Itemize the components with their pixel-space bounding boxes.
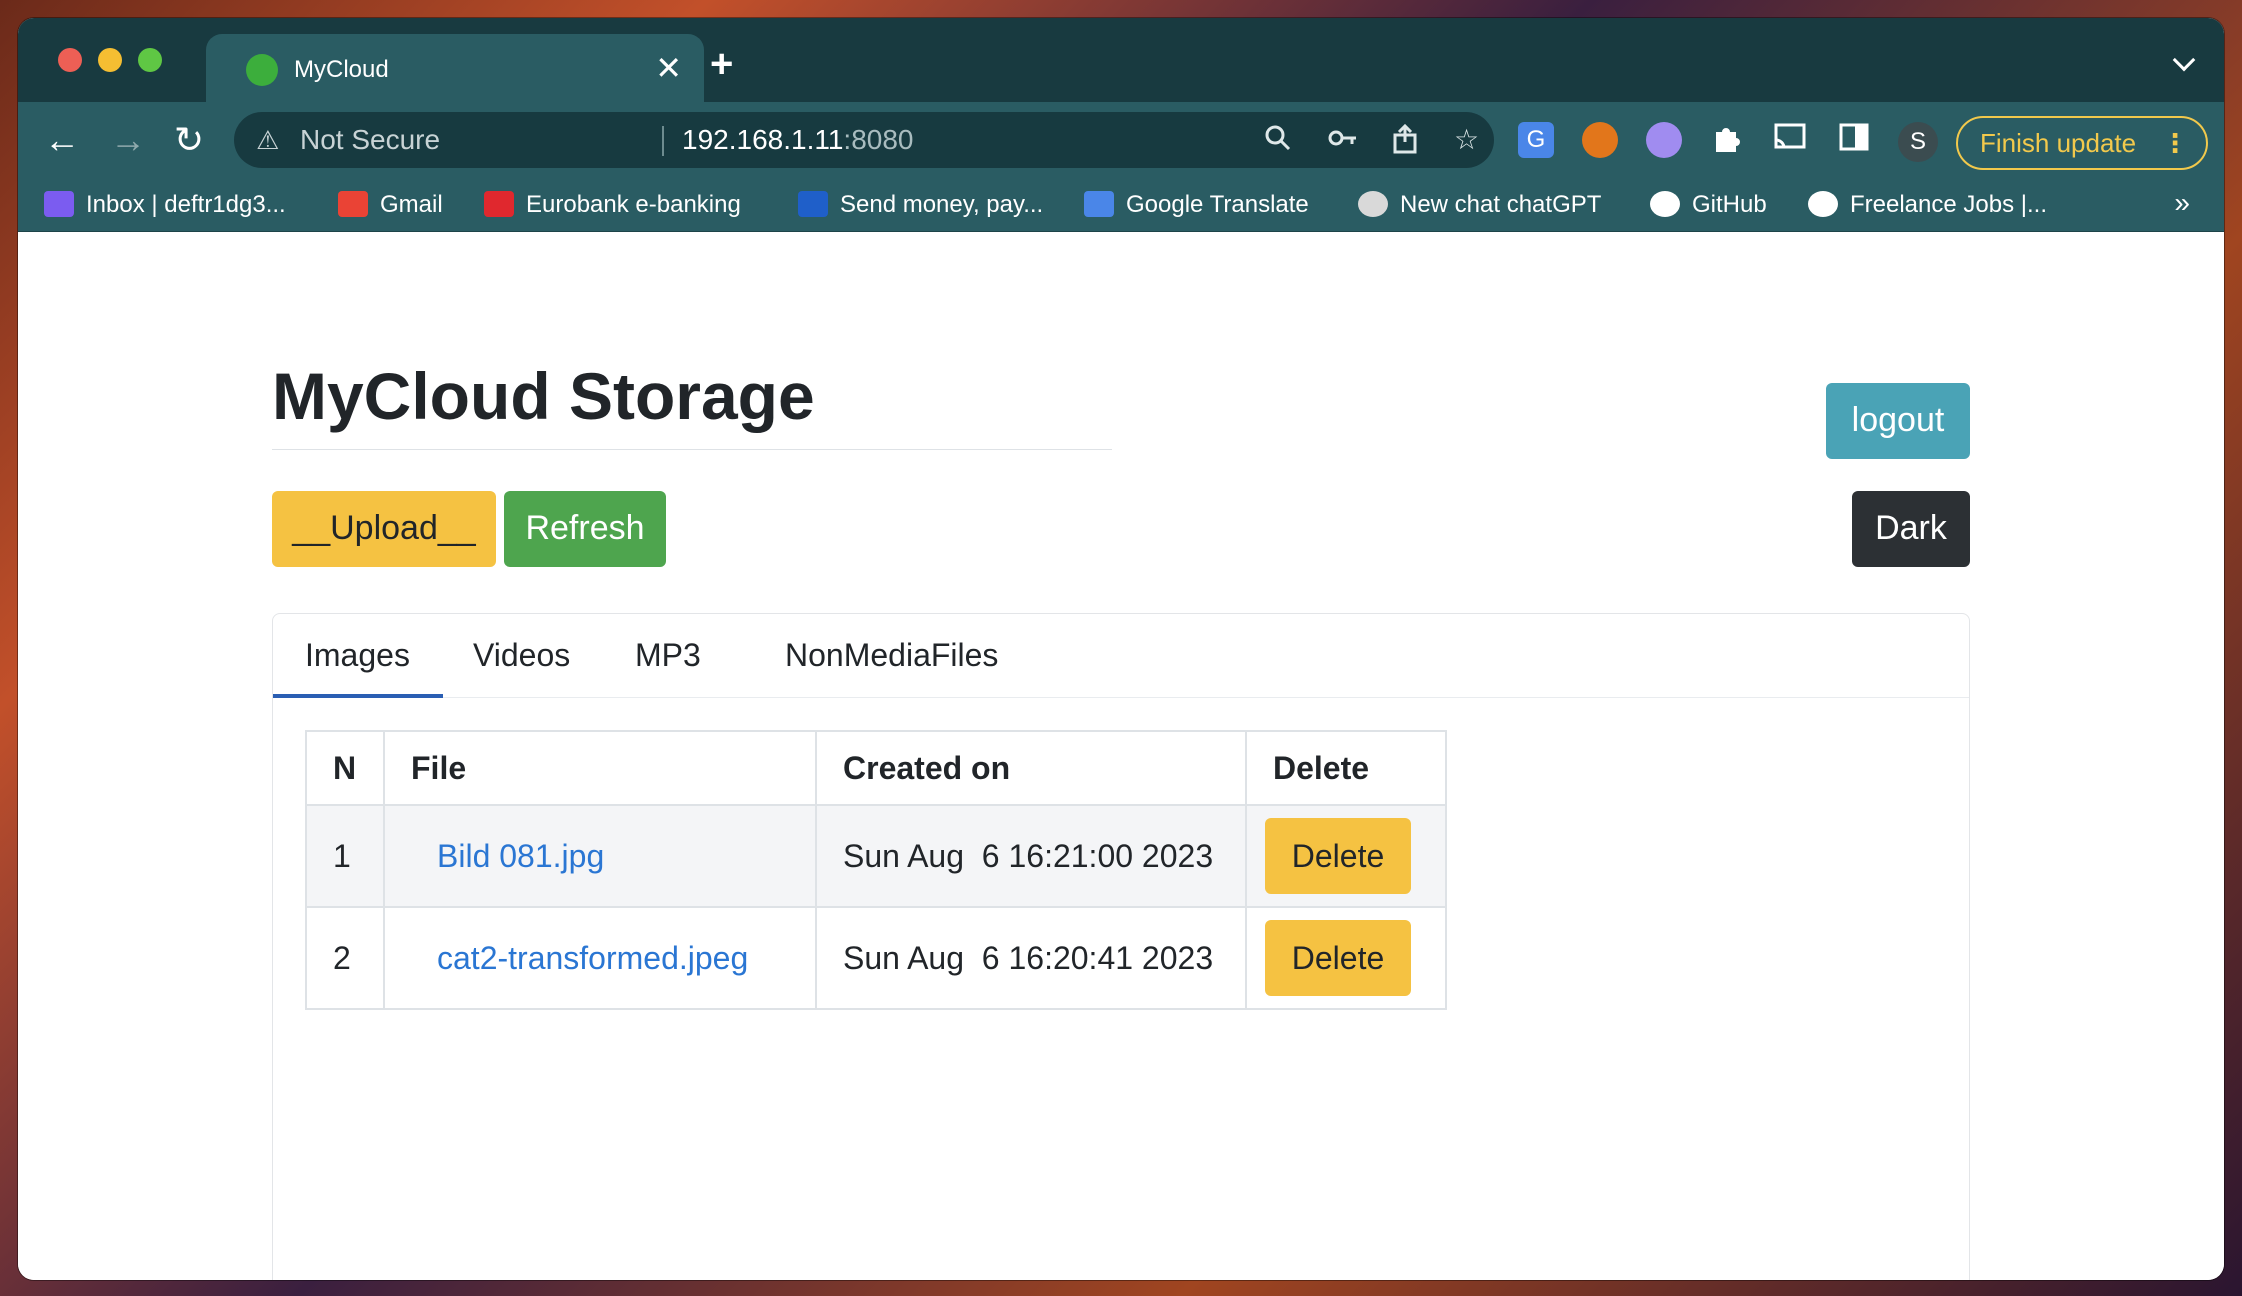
browser-toolbar: ← → ↻ ⚠ Not Secure 192.168.1.11:8080 ☆ G	[18, 102, 2224, 178]
bookmark-freelancer[interactable]: Freelance Jobs |...	[1808, 190, 2047, 220]
file-cell: cat2-transformed.jpeg	[383, 906, 817, 1010]
column-header-delete: Delete	[1245, 730, 1447, 806]
new-tab-button[interactable]: +	[710, 44, 733, 84]
bookmarks-bar: Inbox | deftr1dg3... Gmail Eurobank e-ba…	[18, 178, 2224, 232]
profile-avatar[interactable]: S	[1898, 122, 1938, 162]
bookmark-label: New chat chatGPT	[1400, 191, 1602, 218]
share-icon[interactable]	[1392, 123, 1418, 161]
google-translate-extension-icon[interactable]: G	[1518, 122, 1554, 158]
phantom-extension-icon[interactable]	[1646, 122, 1682, 158]
bookmark-label: GitHub	[1692, 191, 1767, 218]
page-content: MyCloud Storage logout Dark __Upload__ R…	[18, 233, 2224, 1280]
bookmark-label: Gmail	[380, 191, 443, 218]
bookmark-google-translate[interactable]: Google Translate	[1084, 190, 1309, 220]
active-tab-indicator	[273, 694, 443, 698]
delete-button[interactable]: Delete	[1265, 818, 1411, 894]
delete-cell: Delete	[1245, 804, 1447, 908]
metamask-extension-icon[interactable]	[1582, 122, 1618, 158]
bookmark-eurobank[interactable]: Eurobank e-banking	[484, 190, 741, 220]
created-on-cell: Sun Aug 6 16:20:41 2023	[815, 906, 1247, 1010]
tab-strip: MyCloud ✕ +	[18, 18, 2224, 102]
freelancer-icon	[1808, 191, 1838, 217]
table-header-row: N File Created on Delete	[305, 730, 1447, 806]
address-bar[interactable]: ⚠ Not Secure 192.168.1.11:8080 ☆	[234, 112, 1494, 168]
bookmark-inbox[interactable]: Inbox | deftr1dg3...	[44, 190, 286, 220]
tab-close-icon[interactable]: ✕	[655, 50, 682, 86]
finish-update-label: Finish update	[1980, 128, 2137, 158]
extensions-puzzle-icon[interactable]	[1708, 122, 1744, 158]
url-text[interactable]: 192.168.1.11:8080	[682, 125, 914, 155]
url-port: :8080	[843, 124, 914, 155]
delete-cell: Delete	[1245, 906, 1447, 1010]
url-host: 192.168.1.11	[682, 124, 844, 155]
minimize-window-button[interactable]	[98, 48, 122, 72]
bookmark-label: Eurobank e-banking	[526, 191, 741, 218]
address-separator	[662, 126, 664, 156]
bookmarks-overflow-icon[interactable]: »	[2174, 188, 2190, 218]
browser-menu-icon[interactable]: ⋮	[2162, 118, 2188, 168]
bookmark-github[interactable]: GitHub	[1650, 190, 1767, 220]
eurobank-icon	[484, 191, 514, 217]
security-label[interactable]: Not Secure	[300, 125, 440, 155]
cast-icon[interactable]	[1772, 122, 1808, 158]
tab-nonmediafiles[interactable]: NonMediaFiles	[785, 636, 998, 674]
files-card: Images Videos MP3 NonMediaFiles N File C…	[272, 613, 1970, 1280]
bookmark-label: Freelance Jobs |...	[1850, 191, 2047, 218]
bookmark-label: Google Translate	[1126, 191, 1309, 218]
file-cell: Bild 081.jpg	[383, 804, 817, 908]
maximize-window-button[interactable]	[138, 48, 162, 72]
page-title: MyCloud Storage	[272, 361, 1112, 450]
key-icon[interactable]	[1328, 124, 1358, 159]
bookmark-gmail[interactable]: Gmail	[338, 190, 443, 220]
github-icon	[1650, 191, 1680, 217]
finish-update-button[interactable]: Finish update ⋮	[1956, 116, 2208, 170]
refresh-button[interactable]: Refresh	[504, 491, 666, 567]
column-header-n: N	[305, 730, 385, 806]
browser-tab-mycloud[interactable]: MyCloud ✕	[206, 34, 704, 102]
back-icon[interactable]: ←	[44, 120, 80, 160]
tab-search-chevron-icon[interactable]	[2172, 48, 2196, 72]
forward-icon[interactable]: →	[110, 120, 146, 160]
bookmark-chatgpt[interactable]: New chat chatGPT	[1358, 190, 1601, 220]
file-link[interactable]: cat2-transformed.jpeg	[411, 940, 748, 976]
close-window-button[interactable]	[58, 48, 82, 72]
tab-mp3[interactable]: MP3	[635, 636, 701, 674]
proton-mail-icon	[44, 191, 74, 217]
reload-icon[interactable]: ↻	[174, 120, 204, 160]
file-link[interactable]: Bild 081.jpg	[411, 838, 604, 874]
bookmark-paypal[interactable]: Send money, pay...	[798, 190, 1043, 220]
table-row: 2 cat2-transformed.jpeg Sun Aug 6 16:20:…	[305, 906, 1447, 1010]
warning-icon[interactable]: ⚠	[256, 126, 279, 154]
bookmark-label: Inbox | deftr1dg3...	[86, 191, 286, 218]
browser-window: MyCloud ✕ + ← → ↻ ⚠ Not Secure 192.168.1…	[18, 18, 2224, 1280]
file-type-tabs: Images Videos MP3 NonMediaFiles	[273, 614, 1969, 698]
row-number: 2	[305, 906, 385, 1010]
column-header-file: File	[383, 730, 817, 806]
gmail-icon	[338, 191, 368, 217]
created-on-cell: Sun Aug 6 16:21:00 2023	[815, 804, 1247, 908]
tab-title: MyCloud	[294, 56, 389, 83]
tab-favicon-icon	[246, 54, 278, 86]
tab-videos[interactable]: Videos	[473, 636, 570, 674]
column-header-created-on: Created on	[815, 730, 1247, 806]
files-table: N File Created on Delete 1 Bild 081.jpg …	[305, 730, 1447, 1010]
zoom-search-icon[interactable]	[1264, 124, 1292, 159]
bookmark-label: Send money, pay...	[840, 191, 1044, 218]
chatgpt-icon	[1358, 191, 1388, 217]
side-panel-icon[interactable]	[1836, 122, 1872, 158]
tab-images[interactable]: Images	[305, 636, 410, 674]
bookmark-star-icon[interactable]: ☆	[1454, 124, 1479, 156]
dark-mode-button[interactable]: Dark	[1852, 491, 1970, 567]
table-row: 1 Bild 081.jpg Sun Aug 6 16:21:00 2023 D…	[305, 804, 1447, 908]
row-number: 1	[305, 804, 385, 908]
google-translate-icon	[1084, 191, 1114, 217]
paypal-icon	[798, 191, 828, 217]
logout-button[interactable]: logout	[1826, 383, 1970, 459]
upload-button[interactable]: __Upload__	[272, 491, 496, 567]
delete-button[interactable]: Delete	[1265, 920, 1411, 996]
